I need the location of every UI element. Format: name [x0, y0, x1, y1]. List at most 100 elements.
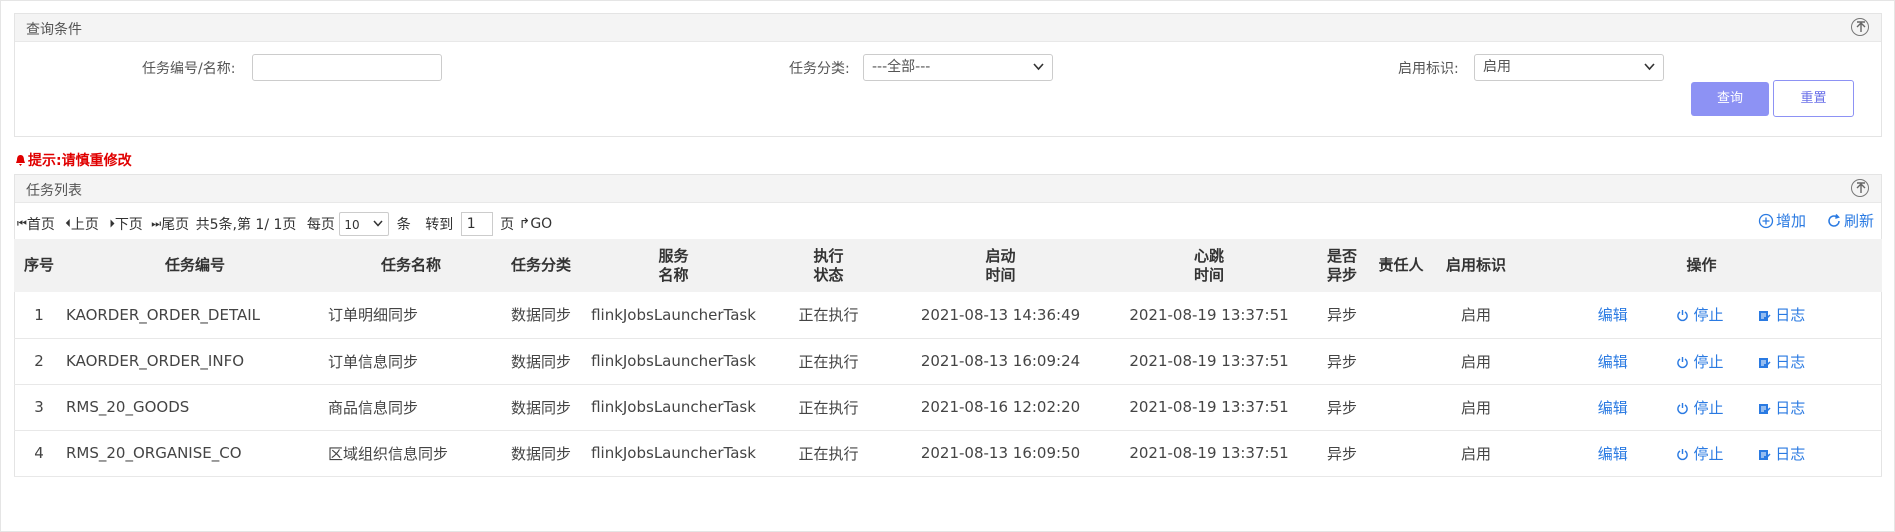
async-link[interactable]: 异步 [1313, 384, 1371, 431]
enable-flag: 启用 [1431, 338, 1521, 385]
task-code: RMS_20_GOODS [64, 384, 326, 431]
collapse-up-icon[interactable] [1851, 18, 1869, 36]
service-name: flinkJobsLauncherTask [586, 292, 761, 339]
chevron-down-icon [1644, 63, 1655, 71]
bell-warning-icon [16, 155, 25, 166]
task-category: 数据同步 [496, 338, 586, 385]
async-link[interactable]: 异步 [1313, 292, 1371, 339]
column-header: 执行 状态 [761, 239, 896, 292]
warning-notice: 提示:请慎重修改 [14, 150, 132, 170]
run-status: 正在执行 [761, 292, 896, 339]
task-name: 区域组织信息同步 [326, 430, 496, 477]
first-page-icon: ⏮ [17, 217, 27, 230]
task-table: 序号 任务编号 任务名称 任务分类 服务 名称 执行 状态 启动 时间 心跳 时… [14, 239, 1882, 477]
stop-link[interactable]: 停止 [1676, 397, 1724, 418]
run-status: 正在执行 [761, 338, 896, 385]
stop-link[interactable]: 停止 [1676, 304, 1724, 325]
task-category-select[interactable]: ---全部--- [863, 54, 1053, 81]
column-header: 任务分类 [496, 239, 586, 292]
heartbeat-time: 2021-08-19 13:37:51 [1105, 384, 1313, 431]
enable-flag: 启用 [1431, 292, 1521, 339]
stop-link[interactable]: 停止 [1676, 443, 1724, 464]
async-link[interactable]: 异步 [1313, 430, 1371, 477]
edit-link[interactable]: 编辑 [1598, 304, 1628, 325]
page-unit: 页 [500, 217, 515, 233]
column-header: 启用标识 [1431, 239, 1521, 292]
task-name: 订单信息同步 [326, 338, 496, 385]
heartbeat-time: 2021-08-19 13:37:51 [1105, 338, 1313, 385]
async-link[interactable]: 异步 [1313, 338, 1371, 385]
task-list-header: 任务列表 [15, 175, 1881, 203]
log-link[interactable]: 日志 [1758, 351, 1805, 372]
task-category-label: 任务分类: [789, 61, 850, 77]
task-list-title: 任务列表 [26, 183, 82, 199]
column-header: 启动 时间 [896, 239, 1105, 292]
column-header: 序号 [14, 239, 64, 292]
row-number: 2 [14, 338, 64, 385]
query-panel-header: 查询条件 [15, 14, 1881, 42]
go-button[interactable]: ↱GO [519, 216, 553, 232]
heartbeat-time: 2021-08-19 13:37:51 [1105, 430, 1313, 477]
power-icon [1677, 402, 1689, 414]
task-name: 订单明细同步 [326, 292, 496, 339]
start-time: 2021-08-13 16:09:24 [896, 338, 1105, 385]
row-actions: 编辑 停止 日志 [1521, 430, 1882, 477]
pagination-bar: ⏮首页 ⏴上页 ⏵下页 ⏭尾页 共5条,第 1/ 1页 每页 10 条 转到 1… [17, 212, 552, 236]
plus-circle-icon [1758, 213, 1774, 229]
query-button[interactable]: 查询 [1691, 82, 1769, 116]
task-code-label: 任务编号/名称: [142, 61, 236, 77]
row-actions: 编辑 停止 日志 [1521, 292, 1882, 339]
next-page-link[interactable]: ⏵下页 [109, 214, 143, 234]
log-link[interactable]: 日志 [1758, 397, 1805, 418]
log-link[interactable]: 日志 [1758, 443, 1805, 464]
row-number: 4 [14, 430, 64, 477]
owner [1371, 338, 1431, 385]
warning-text: 提示:请慎重修改 [28, 153, 132, 169]
table-header-row: 序号 任务编号 任务名称 任务分类 服务 名称 执行 状态 启动 时间 心跳 时… [14, 239, 1882, 292]
last-page-icon: ⏭ [151, 217, 162, 230]
edit-link[interactable]: 编辑 [1598, 397, 1628, 418]
per-page-label: 每页 [306, 217, 335, 233]
owner [1371, 292, 1431, 339]
power-icon [1677, 356, 1689, 368]
share-arrow-icon: ↱ [518, 216, 531, 232]
enable-flag-select[interactable]: 启用 [1474, 54, 1664, 81]
task-category-value: ---全部--- [872, 59, 931, 75]
table-row: 3 RMS_20_GOODS 商品信息同步 数据同步 flinkJobsLaun… [14, 384, 1882, 431]
task-code: KAORDER_ORDER_DETAIL [64, 292, 326, 339]
page-size-select[interactable]: 10 [339, 212, 390, 236]
column-header: 任务编号 [64, 239, 326, 292]
service-name: flinkJobsLauncherTask [586, 384, 761, 431]
task-code: KAORDER_ORDER_INFO [64, 338, 326, 385]
stop-link[interactable]: 停止 [1676, 351, 1724, 372]
task-code: RMS_20_ORGANISE_CO [64, 430, 326, 477]
prev-page-link[interactable]: ⏴上页 [65, 214, 99, 234]
query-panel-title: 查询条件 [26, 22, 82, 38]
per-page-unit: 条 [396, 217, 411, 233]
last-page-link[interactable]: ⏭尾页 [151, 214, 189, 234]
refresh-icon [1828, 213, 1840, 227]
task-category: 数据同步 [496, 292, 586, 339]
add-button[interactable]: 增加 [1758, 210, 1806, 231]
collapse-up-icon[interactable] [1851, 179, 1869, 197]
edit-link[interactable]: 编辑 [1598, 443, 1628, 464]
column-header: 服务 名称 [586, 239, 761, 292]
first-page-link[interactable]: ⏮首页 [17, 214, 55, 234]
refresh-button[interactable]: 刷新 [1826, 210, 1874, 231]
heartbeat-time: 2021-08-19 13:37:51 [1105, 292, 1313, 339]
run-status: 正在执行 [761, 384, 896, 431]
column-header: 心跳 时间 [1105, 239, 1313, 292]
column-header: 任务名称 [326, 239, 496, 292]
owner [1371, 430, 1431, 477]
row-number: 1 [14, 292, 64, 339]
log-link[interactable]: 日志 [1758, 304, 1805, 325]
page-number-input[interactable]: 1 [460, 212, 493, 236]
edit-link[interactable]: 编辑 [1598, 351, 1628, 372]
column-header: 责任人 [1371, 239, 1431, 292]
task-code-input[interactable] [252, 54, 442, 81]
log-icon [1759, 449, 1771, 460]
reset-button[interactable]: 重置 [1773, 80, 1854, 117]
power-icon [1677, 310, 1689, 322]
log-icon [1759, 357, 1771, 368]
start-time: 2021-08-13 16:09:50 [896, 430, 1105, 477]
